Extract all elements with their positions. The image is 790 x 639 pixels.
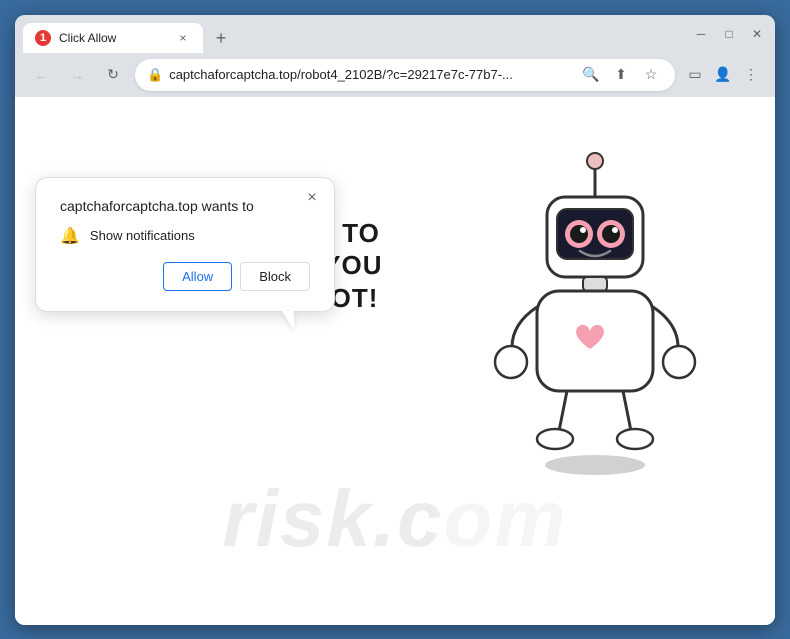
maximize-button[interactable]: □ [719,24,739,44]
block-button[interactable]: Block [240,262,310,291]
address-bar: ← → ↻ 🔒 captchaforcaptcha.top/robot4_210… [15,53,775,97]
url-actions: 🔍 ⬆ ☆ [579,63,663,87]
tab-strip: 1 Click Allow × + [23,15,677,53]
lock-icon: 🔒 [147,67,163,83]
allow-button[interactable]: Allow [163,262,232,291]
url-text: captchaforcaptcha.top/robot4_2102B/?c=29… [169,67,573,82]
profile-icon-button[interactable]: 👤 [711,63,735,87]
notification-popup: × captchaforcaptcha.top wants to 🔔 Show … [35,177,335,312]
menu-icon-button[interactable]: ⋮ [739,63,763,87]
window-controls: ─ □ ✕ [691,24,767,44]
page-content: risk.com CLICK «ALLOW» TO CONFIRM THAT Y… [15,97,775,625]
tab-title: Click Allow [59,31,167,45]
bubble-description: Show notifications [90,228,195,243]
title-bar: 1 Click Allow × + ─ □ ✕ [15,15,775,53]
reload-button[interactable]: ↻ [99,61,127,89]
robot-svg [475,147,715,497]
toolbar-icons: ▭ 👤 ⋮ [683,63,763,87]
bell-icon: 🔔 [60,226,80,246]
bubble-title: captchaforcaptcha.top wants to [60,198,310,214]
new-tab-button[interactable]: + [207,25,235,53]
url-bar[interactable]: 🔒 captchaforcaptcha.top/robot4_2102B/?c=… [135,59,675,91]
back-button[interactable]: ← [27,61,55,89]
sidebar-icon-button[interactable]: ▭ [683,63,707,87]
tab-favicon: 1 [35,30,51,46]
bookmark-icon-button[interactable]: ☆ [639,63,663,87]
bubble-close-button[interactable]: × [300,186,324,210]
close-window-button[interactable]: ✕ [747,24,767,44]
bubble-buttons: Allow Block [60,262,310,291]
active-tab[interactable]: 1 Click Allow × [23,23,203,53]
robot-illustration [475,147,715,497]
minimize-button[interactable]: ─ [691,24,711,44]
share-icon-button[interactable]: ⬆ [609,63,633,87]
browser-content: × captchaforcaptcha.top wants to 🔔 Show … [15,97,775,625]
browser-window: 1 Click Allow × + ─ □ ✕ ← → ↻ 🔒 captchaf… [15,15,775,625]
bubble-notification-row: 🔔 Show notifications [60,226,310,246]
tab-close-button[interactable]: × [175,30,191,46]
forward-button[interactable]: → [63,61,91,89]
search-icon-button[interactable]: 🔍 [579,63,603,87]
